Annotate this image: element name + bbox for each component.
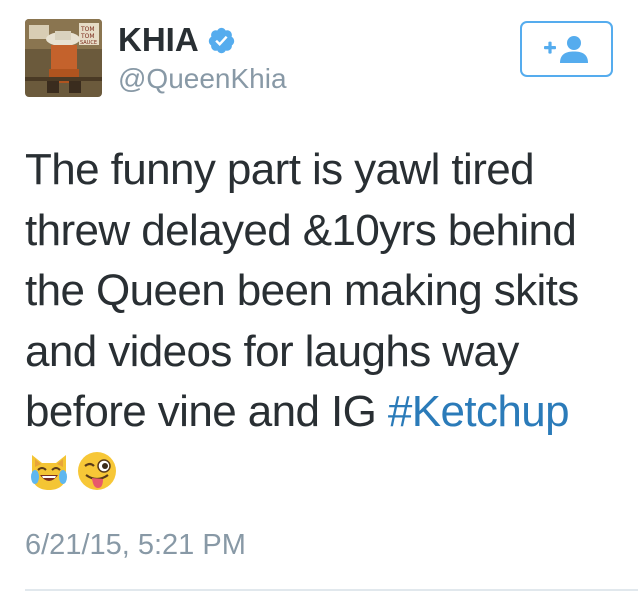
- divider: [25, 589, 638, 591]
- tweet-text: The funny part is yawl tired threw delay…: [25, 140, 625, 443]
- follow-button[interactable]: [520, 21, 613, 77]
- tweet-line-text: before vine and IG: [25, 387, 388, 436]
- joy-cat-emoji: [31, 455, 67, 490]
- svg-text:TOM: TOM: [80, 26, 95, 33]
- tweet-line: threw delayed &10yrs behind: [25, 205, 577, 255]
- user-handle[interactable]: @QueenKhia: [118, 62, 287, 96]
- emoji-row: [27, 449, 119, 497]
- svg-text:TOM: TOM: [80, 33, 95, 40]
- avatar[interactable]: TOM TOM SAUCE: [25, 19, 102, 97]
- verified-badge-icon: [207, 26, 236, 55]
- display-name[interactable]: KHIA: [118, 22, 236, 58]
- tweet-timestamp[interactable]: 6/21/15, 5:21 PM: [25, 528, 246, 562]
- display-name-text[interactable]: KHIA: [118, 22, 199, 58]
- tweet-line: the Queen been making skits: [25, 266, 579, 315]
- hashtag-link[interactable]: #Ketchup: [388, 387, 570, 436]
- winking-tongue-emoji: [78, 452, 116, 490]
- tweet-line: The funny part is yawl tired: [25, 145, 535, 194]
- svg-text:SAUCE: SAUCE: [80, 40, 97, 46]
- tweet-line-last: before vine and IG #Ketchup: [25, 382, 625, 443]
- tweet-line: and videos for laughs way: [25, 326, 519, 376]
- add-user-icon: [543, 36, 588, 63]
